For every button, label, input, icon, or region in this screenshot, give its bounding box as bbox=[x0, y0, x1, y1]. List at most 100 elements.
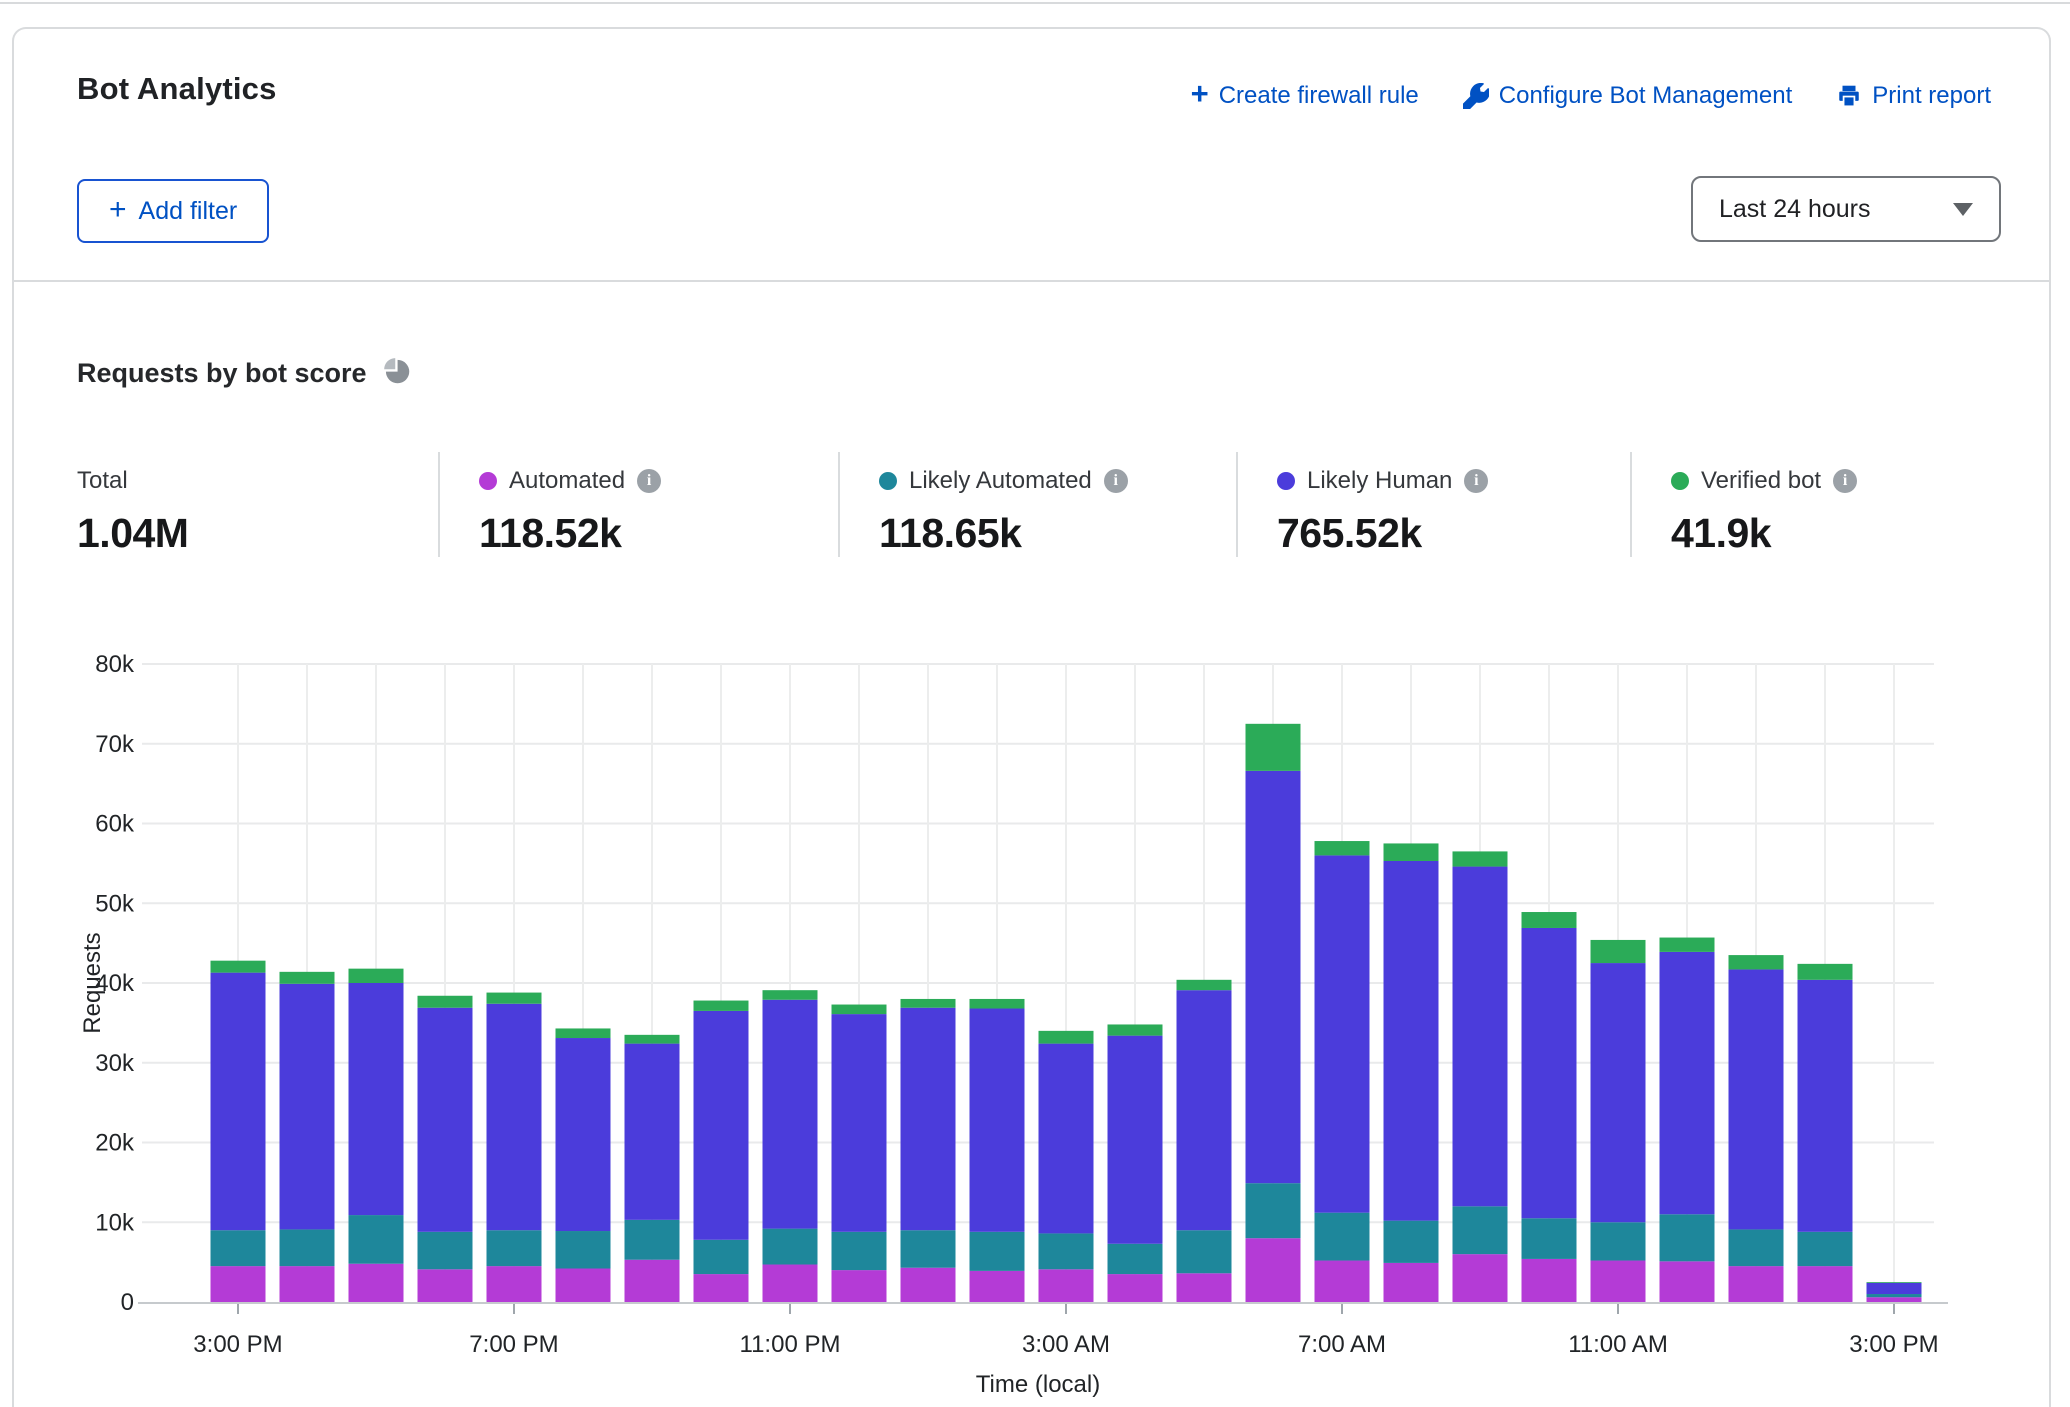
bar-segment-verified-bot bbox=[832, 1005, 887, 1015]
x-tick-label: 11:00 AM bbox=[1568, 1331, 1668, 1358]
likely-automated-legend-dot bbox=[879, 472, 897, 490]
stat-likely-automated: Likely Automated i 118.65k bbox=[838, 452, 1236, 557]
bar-segment-verified-bot bbox=[418, 996, 473, 1008]
stat-label: Likely Human bbox=[1307, 467, 1452, 495]
bar-segment-likely-automated bbox=[763, 1229, 818, 1265]
y-tick-label: 30k bbox=[95, 1050, 135, 1077]
x-axis-title: Time (local) bbox=[976, 1371, 1100, 1397]
y-tick-label: 60k bbox=[95, 811, 135, 838]
bar-segment-automated bbox=[1453, 1254, 1508, 1302]
stat-value: 118.65k bbox=[879, 510, 1236, 557]
bar-segment-automated bbox=[832, 1270, 887, 1302]
bar-segment-likely-automated bbox=[1453, 1206, 1508, 1254]
bar-segment-automated bbox=[1177, 1273, 1232, 1302]
bar-segment-verified-bot bbox=[1522, 912, 1577, 928]
plus-icon: + bbox=[109, 198, 127, 222]
stat-verified-bot: Verified boti41.9k bbox=[1630, 452, 2009, 557]
bar-segment-likely-automated bbox=[1177, 1230, 1232, 1273]
bar-segment-likely-automated bbox=[1108, 1244, 1163, 1274]
y-tick-label: 0 bbox=[121, 1289, 134, 1316]
bar-segment-verified-bot bbox=[1867, 1282, 1922, 1283]
create-firewall-rule-link[interactable]: + Create firewall rule bbox=[1191, 82, 1419, 110]
bar-segment-likely-automated bbox=[1591, 1222, 1646, 1260]
add-filter-label: Add filter bbox=[139, 197, 238, 226]
info-icon[interactable]: i bbox=[1833, 469, 1857, 493]
header-actions: + Create firewall rule Configure Bot Man… bbox=[1191, 82, 1991, 110]
stat-label-row: Verified boti bbox=[1671, 466, 2009, 496]
stats-row: Total1.04MAutomatedi118.52kLikely Automa… bbox=[77, 452, 2009, 557]
stat-value: 118.52k bbox=[479, 510, 838, 557]
stat-label: Automated bbox=[509, 467, 625, 495]
x-tick-label: 11:00 PM bbox=[740, 1331, 841, 1358]
add-filter-button[interactable]: + Add filter bbox=[77, 179, 269, 243]
bar-segment-verified-bot bbox=[1798, 964, 1853, 980]
page-title: Bot Analytics bbox=[77, 71, 277, 107]
chevron-down-icon bbox=[1953, 203, 1973, 216]
bar-segment-likely-automated bbox=[901, 1230, 956, 1267]
y-axis-title: Requests bbox=[79, 932, 106, 1033]
bar-segment-likely-automated bbox=[280, 1229, 335, 1266]
bar-segment-likely-human bbox=[1039, 1044, 1094, 1234]
bar-segment-likely-human bbox=[970, 1009, 1025, 1232]
bar-segment-likely-human bbox=[418, 1008, 473, 1232]
bar-segment-likely-automated bbox=[832, 1232, 887, 1270]
bar-segment-automated bbox=[1246, 1238, 1301, 1302]
bar-segment-automated bbox=[211, 1266, 266, 1302]
y-tick-label: 50k bbox=[95, 890, 135, 917]
bar-segment-likely-automated bbox=[694, 1240, 749, 1274]
bar-segment-likely-human bbox=[487, 1004, 542, 1230]
chart-svg: 010k20k30k40k50k60k70k80kRequests3:00 PM… bbox=[14, 627, 2051, 1397]
bar-segment-verified-bot bbox=[211, 961, 266, 973]
bar-segment-automated bbox=[1798, 1266, 1853, 1302]
x-tick-label: 7:00 AM bbox=[1298, 1331, 1386, 1358]
bar-segment-likely-automated bbox=[1798, 1232, 1853, 1266]
verified-bot-legend-dot bbox=[1671, 472, 1689, 490]
bar-segment-likely-automated bbox=[1039, 1233, 1094, 1269]
bar-segment-likely-automated bbox=[556, 1231, 611, 1268]
page: { "header": { "title": "Bot Analytics", … bbox=[0, 0, 2070, 1394]
likely-human-legend-dot bbox=[1277, 472, 1295, 490]
bar-segment-automated bbox=[556, 1269, 611, 1302]
page-top-border bbox=[0, 2, 2070, 4]
bar-segment-likely-automated bbox=[625, 1220, 680, 1260]
time-range-select[interactable]: Last 24 hours bbox=[1691, 176, 2001, 242]
bar-segment-verified-bot bbox=[694, 1001, 749, 1011]
bar-segment-verified-bot bbox=[901, 999, 956, 1008]
requests-by-bot-score-chart: 010k20k30k40k50k60k70k80kRequests3:00 PM… bbox=[14, 627, 2051, 1397]
info-icon[interactable]: i bbox=[637, 469, 661, 493]
stat-label: Likely Automated bbox=[909, 467, 1092, 495]
bar-segment-likely-automated bbox=[1246, 1183, 1301, 1238]
y-tick-label: 80k bbox=[95, 651, 135, 678]
section-title: Requests by bot score bbox=[77, 358, 367, 389]
bar-segment-likely-automated bbox=[418, 1232, 473, 1269]
stat-value: 765.52k bbox=[1277, 510, 1630, 557]
bar-segment-likely-human bbox=[1729, 969, 1784, 1229]
bar-segment-likely-automated bbox=[487, 1230, 542, 1266]
bar-segment-verified-bot bbox=[763, 990, 818, 1000]
bar-segment-automated bbox=[1729, 1266, 1784, 1302]
bar-segment-automated bbox=[418, 1269, 473, 1302]
bar-segment-likely-human bbox=[556, 1038, 611, 1231]
bar-segment-likely-automated bbox=[1384, 1221, 1439, 1263]
bar-segment-verified-bot bbox=[1729, 955, 1784, 969]
bar-segment-likely-human bbox=[694, 1011, 749, 1240]
info-icon[interactable]: i bbox=[1464, 469, 1488, 493]
configure-bot-management-label: Configure Bot Management bbox=[1499, 82, 1793, 110]
bar-segment-automated bbox=[1867, 1297, 1922, 1302]
card-header: Bot Analytics + Create firewall rule Con… bbox=[14, 29, 2049, 282]
bar-segment-verified-bot bbox=[1108, 1024, 1163, 1035]
print-report-link[interactable]: Print report bbox=[1836, 82, 1991, 110]
stat-label-row: Likely Human i bbox=[1277, 466, 1630, 496]
bar-segment-verified-bot bbox=[1591, 940, 1646, 963]
bar-segment-automated bbox=[625, 1260, 680, 1302]
bar-segment-likely-automated bbox=[1522, 1218, 1577, 1259]
bar-segment-verified-bot bbox=[1177, 980, 1232, 990]
configure-bot-management-link[interactable]: Configure Bot Management bbox=[1463, 82, 1793, 110]
bar-segment-automated bbox=[1039, 1269, 1094, 1302]
pie-chart-icon bbox=[383, 357, 411, 390]
info-icon[interactable]: i bbox=[1104, 469, 1128, 493]
bar-segment-likely-human bbox=[1453, 867, 1508, 1207]
x-tick-label: 3:00 PM bbox=[193, 1331, 282, 1358]
bar-segment-likely-automated bbox=[1729, 1229, 1784, 1266]
x-tick-label: 7:00 PM bbox=[469, 1331, 558, 1358]
